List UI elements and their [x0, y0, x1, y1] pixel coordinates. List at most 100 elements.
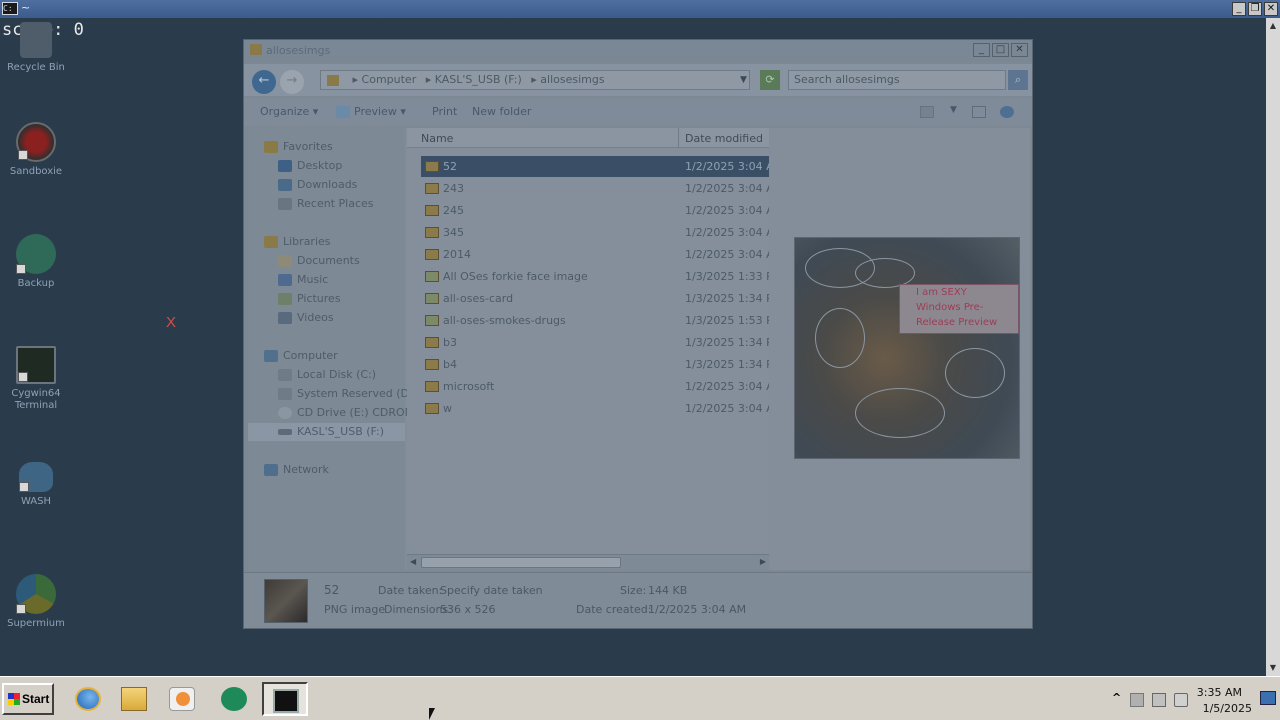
explorer-body: Favorites Desktop Downloads Recent Place… [248, 128, 1030, 570]
nav-usb-drive-f[interactable]: KASL'S_USB (F:) [248, 423, 405, 441]
breadcrumb-computer[interactable]: Computer [362, 73, 417, 86]
minimize-button[interactable]: _ [1232, 2, 1246, 16]
file-name: 245 [443, 204, 464, 217]
column-header-name[interactable]: Name [421, 132, 453, 145]
nav-computer[interactable]: Computer [264, 347, 338, 365]
new-folder-button[interactable]: New folder [472, 105, 531, 118]
taskbar-file-explorer[interactable] [112, 682, 158, 716]
desktop-icon-label: Sandboxie [9, 166, 63, 177]
desktop-icon-wash[interactable]: WASH [4, 462, 68, 508]
nav-cd-drive-e[interactable]: CD Drive (E:) CDROM [278, 404, 414, 422]
preview-pane-icon[interactable] [972, 106, 986, 118]
forward-button[interactable]: → [280, 70, 304, 94]
print-button[interactable]: Print [432, 105, 457, 118]
folder-icon [250, 44, 262, 55]
view-options-icon[interactable] [920, 106, 934, 118]
desktop-icon-cygwin64-terminal[interactable]: Cygwin64 Terminal [4, 346, 68, 412]
desktop-icon-sandboxie[interactable]: Sandboxie [4, 122, 68, 178]
breadcrumb-folder[interactable]: allosesimgs [540, 73, 604, 86]
show-hidden-icons-button[interactable]: ^ [1112, 691, 1126, 705]
action-center-flag-icon[interactable] [1130, 693, 1144, 707]
sandboxie-icon [16, 122, 56, 162]
nav-favorites[interactable]: Favorites [264, 138, 333, 156]
outer-title-bar[interactable]: C: ~ _ ❐ ✕ [0, 0, 1280, 18]
taskbar-terminal[interactable] [262, 682, 308, 716]
horizontal-scrollbar[interactable]: ◀ ▶ [407, 554, 769, 570]
file-row[interactable]: 2014 1/2/2025 3:04 AM [421, 244, 769, 265]
file-row[interactable]: 245 1/2/2025 3:04 AM [421, 200, 769, 221]
show-desktop-icon[interactable] [1260, 691, 1276, 705]
column-header-date-modified[interactable]: Date modified [685, 132, 763, 145]
desktop-icon-backup[interactable]: Backup [4, 234, 68, 290]
file-row[interactable]: 345 1/2/2025 3:04 AM [421, 222, 769, 243]
nav-music[interactable]: Music [278, 271, 328, 289]
address-dropdown-icon[interactable]: ▼ [740, 70, 747, 90]
file-row[interactable]: all-oses-card 1/3/2025 1:34 PM [421, 288, 769, 309]
organize-button[interactable]: Organize ▾ [260, 105, 318, 118]
game-target-marker[interactable]: X [166, 314, 176, 331]
nav-libraries[interactable]: Libraries [264, 233, 331, 251]
file-row[interactable]: All OSes forkie face image 1/3/2025 1:33 … [421, 266, 769, 287]
nav-videos[interactable]: Videos [278, 309, 334, 327]
help-icon[interactable] [1000, 106, 1014, 118]
nav-downloads[interactable]: Downloads [278, 176, 357, 194]
details-size-label: Size: [620, 584, 647, 597]
refresh-button[interactable]: ⟳ [760, 70, 780, 90]
nav-documents[interactable]: Documents [278, 252, 360, 270]
scroll-right-icon[interactable]: ▶ [760, 557, 766, 566]
explorer-title: allosesimgs [266, 44, 331, 57]
drive-icon [278, 388, 292, 400]
restore-button[interactable]: ❐ [1248, 2, 1262, 16]
nav-recent-places[interactable]: Recent Places [278, 195, 374, 213]
nav-network[interactable]: Network [264, 461, 329, 479]
clock-date[interactable]: 1/5/2025 [1203, 702, 1252, 715]
nav-local-disk-c[interactable]: Local Disk (C:) [278, 366, 376, 384]
volume-muted-icon[interactable] [1174, 693, 1188, 707]
file-row[interactable]: 243 1/2/2025 3:04 AM [421, 178, 769, 199]
clock-time[interactable]: 3:35 AM [1197, 686, 1242, 699]
explorer-title-bar[interactable]: allosesimgs _ □ ✕ [244, 40, 1032, 62]
scroll-down-icon[interactable]: ▼ [1267, 662, 1279, 674]
back-button[interactable]: ← [252, 70, 276, 94]
taskbar-backup[interactable] [212, 682, 258, 716]
taskbar-media-player[interactable] [160, 682, 206, 716]
network-icon[interactable] [1152, 693, 1166, 707]
vertical-scrollbar[interactable]: ▲ ▼ [1266, 18, 1280, 676]
search-icon[interactable]: ⌕ [1008, 70, 1028, 90]
file-row[interactable]: b3 1/3/2025 1:34 PM [421, 332, 769, 353]
taskbar: Start ^ 3:35 AM 1/5/2025 [0, 676, 1280, 720]
file-row[interactable]: all-oses-smokes-drugs 1/3/2025 1:53 PM [421, 310, 769, 331]
details-date-taken[interactable]: Specify date taken [440, 584, 543, 597]
search-input[interactable]: Search allosesimgs [788, 70, 1006, 90]
breadcrumb-usb-drive[interactable]: KASL'S_USB (F:) [435, 73, 522, 86]
desktop-icon-recycle-bin[interactable]: Recycle Bin [4, 22, 68, 74]
backup-icon [221, 687, 247, 711]
explorer-maximize-button[interactable]: □ [992, 43, 1009, 57]
recycle-bin-icon [20, 22, 52, 58]
close-button[interactable]: ✕ [1264, 2, 1278, 16]
taskbar-internet-explorer[interactable] [66, 682, 112, 716]
file-row[interactable]: 52 1/2/2025 3:04 AM [421, 156, 769, 177]
address-bar[interactable]: ▸ Computer ▸ KASL'S_USB (F:) ▸ allosesim… [320, 70, 750, 90]
desktop-icon-supermium[interactable]: Supermium [4, 574, 68, 630]
file-row[interactable]: w 1/2/2025 3:04 AM [421, 398, 769, 419]
scroll-up-icon[interactable]: ▲ [1267, 20, 1279, 32]
explorer-close-button[interactable]: ✕ [1011, 43, 1028, 57]
folder-icon [425, 337, 439, 348]
file-date-modified: 1/3/2025 1:34 PM [685, 336, 769, 349]
view-dropdown-icon[interactable]: ▼ [950, 105, 957, 115]
nav-pictures[interactable]: Pictures [278, 290, 341, 308]
folder-icon [121, 687, 147, 711]
preview-button[interactable]: Preview ▾ [354, 105, 406, 118]
start-button[interactable]: Start [2, 683, 54, 715]
nav-desktop[interactable]: Desktop [278, 157, 342, 175]
file-row[interactable]: microsoft 1/2/2025 3:04 AM [421, 376, 769, 397]
terminal-icon [16, 346, 56, 384]
scrollbar-thumb[interactable] [421, 557, 621, 568]
explorer-minimize-button[interactable]: _ [973, 43, 990, 57]
file-row[interactable]: b4 1/3/2025 1:34 PM [421, 354, 769, 375]
scroll-left-icon[interactable]: ◀ [410, 557, 416, 566]
nav-system-reserved-d[interactable]: System Reserved (D:) [278, 385, 417, 403]
explorer-window[interactable]: allosesimgs _ □ ✕ ← → ▸ Computer ▸ KASL'… [243, 39, 1033, 629]
file-name: w [443, 402, 452, 415]
